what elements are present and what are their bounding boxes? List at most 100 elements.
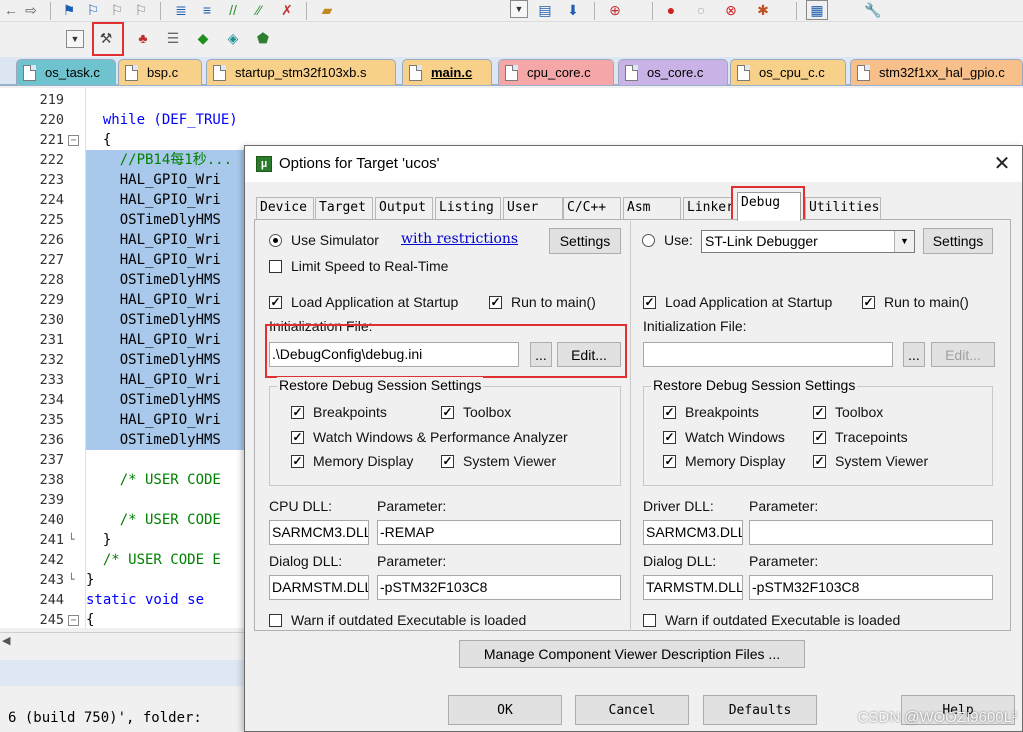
simulator-settings-button[interactable]: Settings [549,228,621,254]
find-in-files-icon[interactable]: ▤ [534,0,556,20]
code-line[interactable]: OSTimeDlyHMS [86,350,246,370]
comment-icon[interactable]: // [222,0,244,20]
debug-icon[interactable]: ⊕ [604,0,626,20]
prev-bookmark-icon[interactable]: ⚐ [82,0,104,20]
tab-utilities[interactable]: Utilities [805,197,881,219]
tab-debug[interactable]: Debug [737,192,801,221]
code-line[interactable]: HAL_GPIO_Wri [86,330,246,350]
tab-bsp[interactable]: bsp.c [118,59,202,85]
left-load-app-checkbox[interactable]: ✓ [269,296,282,309]
driver-dll-input[interactable]: SARMCM3.DLL [643,520,743,545]
left-toolbox-checkbox[interactable]: ✓ [441,406,454,419]
tab-output[interactable]: Output [375,197,433,219]
file-extensions-icon[interactable]: ☰ [162,28,184,48]
right-warn-checkbox[interactable] [643,614,656,627]
tab-main[interactable]: main.c [402,59,492,85]
code-line[interactable]: OSTimeDlyHMS [86,310,246,330]
code-line[interactable]: OSTimeDlyHMS [86,390,246,410]
cpu-dll-input[interactable]: SARMCM3.DLL [269,520,369,545]
code-line[interactable]: /* USER CODE [86,470,221,490]
pack-installer-icon[interactable]: ◆ [192,28,214,48]
right-sysviewer-checkbox[interactable]: ✓ [813,455,826,468]
indent-icon[interactable]: ≣ [170,0,192,20]
tab-os-task[interactable]: os_task.c [16,59,116,85]
breakpoint-disable-icon[interactable]: ○ [690,0,712,20]
right-browse-button[interactable]: ... [903,342,925,367]
left-watch-checkbox[interactable]: ✓ [291,431,304,444]
code-line[interactable]: OSTimeDlyHMS [86,430,246,450]
configure-icon[interactable]: ✱ [752,0,774,20]
tab-listing[interactable]: Listing [435,197,501,219]
tab-os-cpu-c[interactable]: os_cpu_c.c [730,59,846,85]
tab-cpu-core[interactable]: cpu_core.c [498,59,614,85]
bookmark-icon[interactable]: ⚑ [58,0,80,20]
clear-bookmarks-icon[interactable]: ⚐ [130,0,152,20]
tab-startup[interactable]: startup_stm32f103xb.s [206,59,396,85]
debugger-select[interactable]: ST-Link Debugger ▼ [701,230,915,253]
code-line[interactable]: HAL_GPIO_Wri [86,370,246,390]
code-line[interactable]: OSTimeDlyHMS [86,270,246,290]
dialog-dll-input[interactable]: DARMSTM.DLL [269,575,369,600]
code-line[interactable]: //PB14每1秒... [86,150,246,170]
manage-project-items-icon[interactable]: ♣ [132,28,154,48]
code-line[interactable]: HAL_GPIO_Wri [86,290,246,310]
close-icon[interactable]: ✕ [991,153,1013,175]
code-line[interactable]: { [86,130,111,150]
open-folder-icon[interactable]: ▰ [316,0,338,20]
unindent-icon[interactable]: ≡ [196,0,218,20]
right-memory-checkbox[interactable]: ✓ [663,455,676,468]
manage-component-viewer-button[interactable]: Manage Component Viewer Description File… [459,640,805,668]
incremental-find-icon[interactable]: ⬇ [562,0,584,20]
scroll-left-icon[interactable]: ◀ [2,634,10,647]
left-breakpoints-checkbox[interactable]: ✓ [291,406,304,419]
right-toolbox-checkbox[interactable]: ✓ [813,406,826,419]
code-line[interactable]: HAL_GPIO_Wri [86,410,246,430]
left-browse-button[interactable]: ... [530,342,552,367]
code-line[interactable]: /* USER CODE [86,510,221,530]
code-line[interactable]: HAL_GPIO_Wri [86,250,246,270]
code-line[interactable]: } [86,570,94,590]
code-line[interactable]: while (DEF_TRUE) [86,110,238,130]
cpu-param-input[interactable]: -REMAP [377,520,621,545]
left-sysviewer-checkbox[interactable]: ✓ [441,455,454,468]
breakpoint-icon[interactable]: ● [660,0,682,20]
right-init-file-input[interactable] [643,342,893,367]
tab-device[interactable]: Device [256,197,314,219]
next-bookmark-icon[interactable]: ⚐ [106,0,128,20]
options-for-target-icon[interactable]: ⚒ [95,28,117,48]
right-tracepoints-checkbox[interactable]: ✓ [813,431,826,444]
chevron-down-icon[interactable]: ▼ [894,231,914,252]
right-edit-button[interactable]: Edit... [931,342,995,367]
code-line[interactable]: static void se [86,590,204,610]
restrictions-link[interactable]: with restrictions [401,231,518,247]
left-warn-checkbox[interactable] [269,614,282,627]
horizontal-scrollbar[interactable]: ◀ [0,632,245,652]
left-run-to-main-checkbox[interactable]: ✓ [489,296,502,309]
tab-hal-gpio[interactable]: stm32f1xx_hal_gpio.c [850,59,1023,85]
right-watch-checkbox[interactable]: ✓ [663,431,676,444]
forward-icon[interactable]: ⇨ [20,0,42,20]
uncomment-icon[interactable]: ⁄⁄ [248,0,270,20]
tab-linker[interactable]: Linker [683,197,733,219]
code-line[interactable]: HAL_GPIO_Wri [86,190,246,210]
tab-user[interactable]: User [503,197,563,219]
window-layout-icon[interactable]: ▦ [806,0,828,20]
code-line[interactable]: } [86,530,111,550]
dialog-param-input[interactable]: -pSTM32F103C8 [377,575,621,600]
left-memory-checkbox[interactable]: ✓ [291,455,304,468]
right-breakpoints-checkbox[interactable]: ✓ [663,406,676,419]
kill-breakpoints-icon[interactable]: ⊗ [720,0,742,20]
tab-asm[interactable]: Asm [623,197,681,219]
use-debugger-radio[interactable] [642,234,655,247]
tab-os-core[interactable]: os_core.c [618,59,728,85]
left-init-file-input[interactable]: .\DebugConfig\debug.ini [269,342,519,367]
code-line[interactable]: OSTimeDlyHMS [86,210,246,230]
tools-icon[interactable]: 🔧 [862,0,884,20]
limit-speed-checkbox[interactable] [269,260,282,273]
left-edit-button[interactable]: Edit... [557,342,621,367]
code-line[interactable]: { [86,610,94,630]
right-load-app-checkbox[interactable]: ✓ [643,296,656,309]
tab-cc[interactable]: C/C++ [563,197,621,219]
code-line[interactable]: /* USER CODE E [86,550,221,570]
fold-toggle-icon[interactable]: − [68,135,79,146]
